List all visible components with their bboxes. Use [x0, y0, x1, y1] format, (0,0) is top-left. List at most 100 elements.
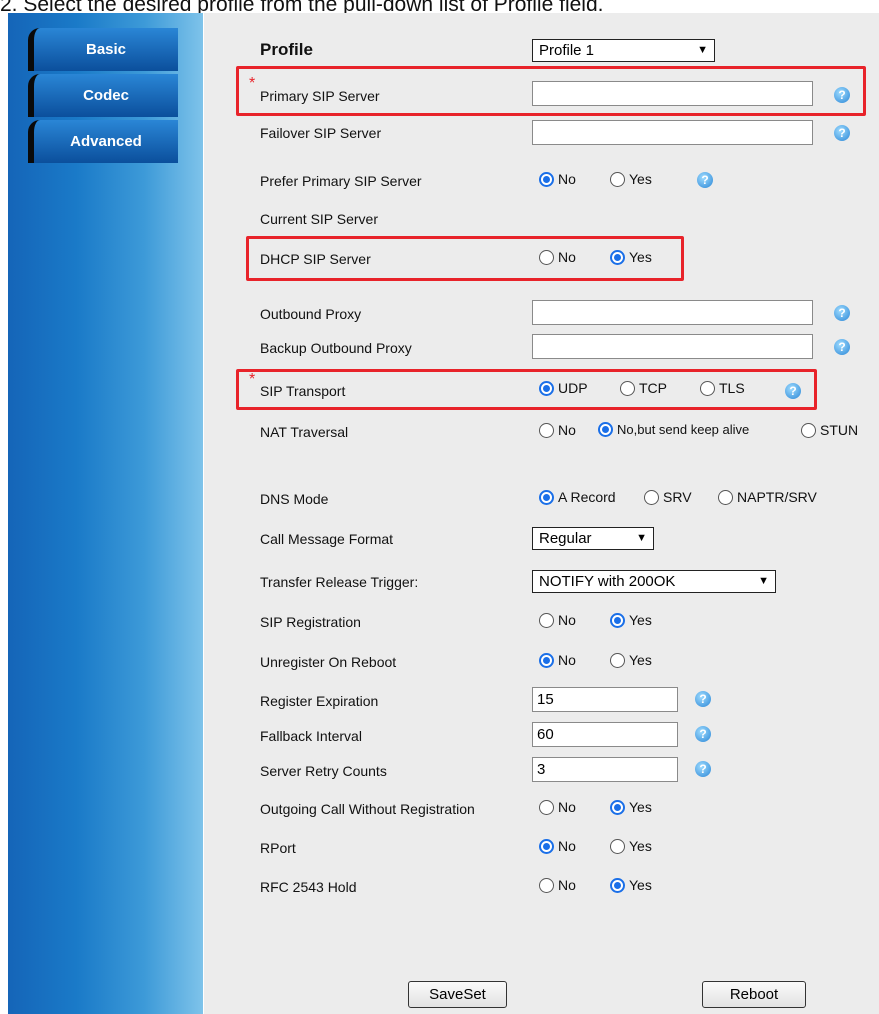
dhcp-sip-no-radio[interactable]: No [539, 249, 576, 265]
server-retry-counts-label: Server Retry Counts [260, 763, 387, 779]
help-icon[interactable]: ? [697, 172, 713, 188]
radio-checked-icon [539, 838, 554, 854]
call-message-format-select[interactable]: Regular ▼ [532, 527, 654, 550]
sip-transport-udp-radio[interactable]: UDP [539, 380, 588, 396]
profile-select-value: Profile 1 [539, 42, 595, 59]
sip-transport-tls-radio[interactable]: TLS [700, 380, 745, 396]
radio-label: Yes [629, 652, 652, 668]
radio-unchecked-icon [539, 612, 554, 628]
fallback-interval-input[interactable] [532, 722, 678, 747]
radio-unchecked-icon [610, 838, 625, 854]
outgoing-call-no-radio[interactable]: No [539, 799, 576, 815]
unregister-no-radio[interactable]: No [539, 652, 576, 668]
radio-label: A Record [558, 489, 616, 505]
failover-sip-server-input[interactable] [532, 120, 813, 145]
tab-advanced[interactable]: Advanced [28, 120, 178, 163]
register-expiration-label: Register Expiration [260, 693, 379, 709]
primary-sip-server-label: Primary SIP Server [260, 88, 380, 104]
radio-label: UDP [558, 380, 588, 396]
unregister-yes-radio[interactable]: Yes [610, 652, 652, 668]
fallback-interval-label: Fallback Interval [260, 728, 362, 744]
nat-traversal-label: NAT Traversal [260, 424, 349, 440]
sip-transport-label: SIP Transport [260, 383, 346, 399]
chevron-down-icon: ▼ [758, 575, 769, 587]
tab-basic[interactable]: Basic [28, 28, 178, 71]
nat-keepalive-radio[interactable]: No,but send keep alive [598, 422, 749, 437]
radio-label: STUN [820, 422, 859, 438]
rport-no-radio[interactable]: No [539, 838, 576, 854]
radio-unchecked-icon [539, 799, 554, 815]
prefer-primary-no-radio[interactable]: No [539, 171, 576, 187]
radio-label: TCP [639, 380, 667, 396]
tab-codec[interactable]: Codec [28, 74, 178, 117]
radio-label: No [558, 652, 576, 668]
dns-srv-radio[interactable]: SRV [644, 489, 692, 505]
reboot-button[interactable]: Reboot [702, 981, 806, 1008]
transfer-release-trigger-select[interactable]: NOTIFY with 200OK ▼ [532, 570, 776, 593]
radio-checked-icon [598, 422, 613, 437]
radio-checked-icon [539, 380, 554, 396]
rfc2543-yes-radio[interactable]: Yes [610, 877, 652, 893]
backup-outbound-proxy-input[interactable] [532, 334, 813, 359]
prefer-primary-yes-radio[interactable]: Yes [610, 171, 652, 187]
radio-unchecked-icon [539, 249, 554, 265]
chevron-down-icon: ▼ [697, 44, 708, 56]
register-expiration-input[interactable] [532, 687, 678, 712]
server-retry-counts-input[interactable] [532, 757, 678, 782]
radio-checked-icon [610, 877, 625, 893]
radio-label: No [558, 877, 576, 893]
nat-no-radio[interactable]: No [539, 422, 576, 438]
radio-label: Yes [629, 877, 652, 893]
radio-unchecked-icon [700, 380, 715, 396]
dhcp-sip-yes-radio[interactable]: Yes [610, 249, 652, 265]
dhcp-sip-server-label: DHCP SIP Server [260, 251, 371, 267]
radio-label: No [558, 799, 576, 815]
radio-label: No,but send keep alive [617, 422, 750, 437]
outbound-proxy-label: Outbound Proxy [260, 306, 362, 322]
dns-a-record-radio[interactable]: A Record [539, 489, 616, 505]
help-icon[interactable]: ? [695, 726, 711, 742]
help-icon[interactable]: ? [695, 691, 711, 707]
radio-unchecked-icon [610, 652, 625, 668]
sidebar: Basic Codec Advanced [8, 13, 203, 1014]
radio-label: Yes [629, 799, 652, 815]
dns-naptr-srv-radio[interactable]: NAPTR/SRV [718, 489, 817, 505]
radio-label: Yes [629, 249, 652, 265]
radio-checked-icon [610, 249, 625, 265]
help-icon[interactable]: ? [695, 761, 711, 777]
required-marker: * [249, 75, 256, 92]
rport-label: RPort [260, 840, 296, 856]
radio-label: No [558, 612, 576, 628]
unregister-on-reboot-label: Unregister On Reboot [260, 654, 397, 670]
profile-select[interactable]: Profile 1 ▼ [532, 39, 715, 62]
radio-checked-icon [610, 612, 625, 628]
sip-registration-yes-radio[interactable]: Yes [610, 612, 652, 628]
transfer-release-trigger-label: Transfer Release Trigger: [260, 574, 419, 590]
radio-checked-icon [539, 171, 554, 187]
required-marker: * [249, 371, 256, 388]
primary-sip-server-input[interactable] [532, 81, 813, 106]
help-icon[interactable]: ? [834, 305, 850, 321]
dns-mode-label: DNS Mode [260, 491, 329, 507]
sip-registration-no-radio[interactable]: No [539, 612, 576, 628]
outgoing-call-yes-radio[interactable]: Yes [610, 799, 652, 815]
profile-label: Profile [260, 40, 313, 59]
current-sip-server-label: Current SIP Server [260, 211, 379, 227]
help-icon[interactable]: ? [785, 383, 801, 399]
radio-label: No [558, 171, 576, 187]
help-icon[interactable]: ? [834, 87, 850, 103]
outbound-proxy-input[interactable] [532, 300, 813, 325]
sip-registration-label: SIP Registration [260, 614, 361, 630]
rfc2543-no-radio[interactable]: No [539, 877, 576, 893]
saveset-button[interactable]: SaveSet [408, 981, 507, 1008]
select-value: Regular [539, 530, 592, 547]
settings-panel [204, 13, 879, 1014]
help-icon[interactable]: ? [834, 339, 850, 355]
sip-transport-tcp-radio[interactable]: TCP [620, 380, 667, 396]
nat-stun-radio[interactable]: STUN [801, 422, 858, 438]
help-icon[interactable]: ? [834, 125, 850, 141]
failover-sip-server-label: Failover SIP Server [260, 125, 382, 141]
radio-label: TLS [719, 380, 745, 396]
rport-yes-radio[interactable]: Yes [610, 838, 652, 854]
radio-checked-icon [610, 799, 625, 815]
